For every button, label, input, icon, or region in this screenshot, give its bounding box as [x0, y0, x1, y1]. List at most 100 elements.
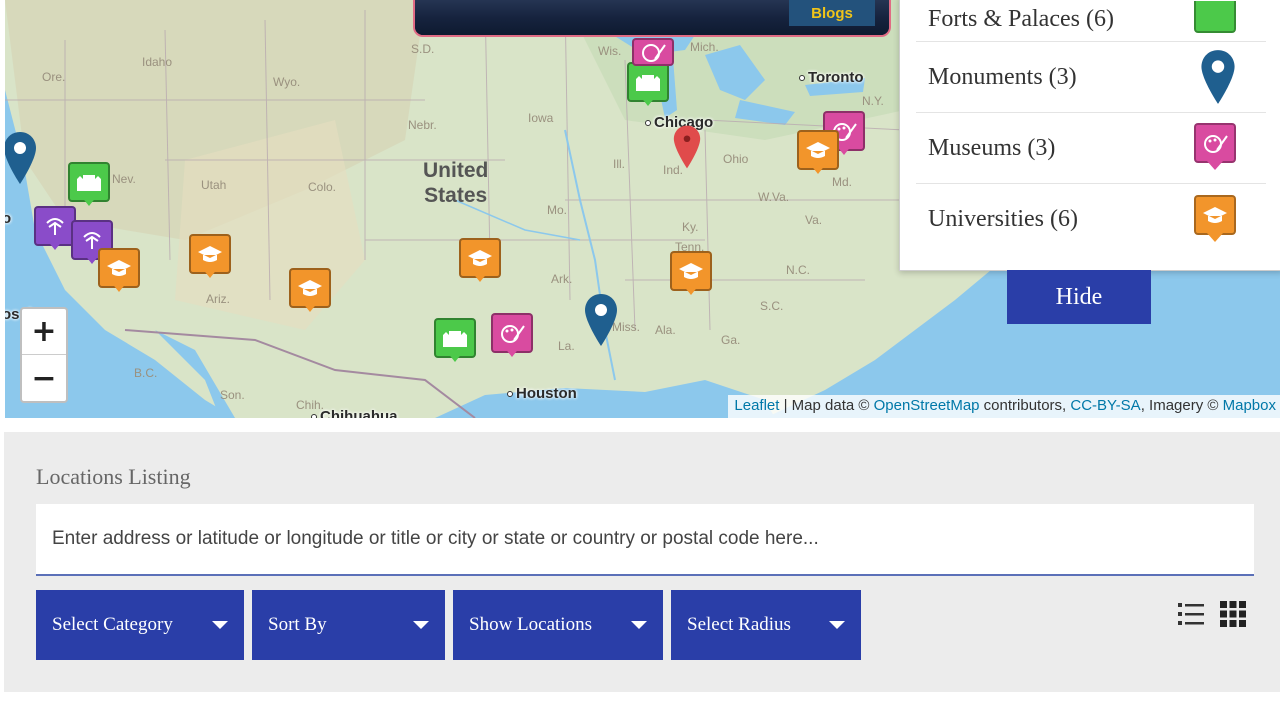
- university-marker[interactable]: [98, 248, 140, 298]
- state-label: Ala.: [655, 323, 676, 337]
- city-label-chihuahua: Chihuahua: [311, 408, 398, 418]
- leaflet-link[interactable]: Leaflet: [734, 397, 779, 414]
- state-label: N.Y.: [862, 94, 884, 108]
- state-label: Utah: [201, 178, 227, 192]
- graduation-cap-icon: [107, 260, 131, 276]
- fort-marker[interactable]: [434, 318, 476, 368]
- state-label: N.C.: [786, 263, 810, 277]
- license-link[interactable]: CC-BY-SA: [1070, 397, 1140, 414]
- university-marker[interactable]: [670, 251, 712, 301]
- university-marker[interactable]: [459, 238, 501, 288]
- state-label: Nev.: [112, 172, 136, 186]
- state-label: Iowa: [528, 111, 554, 125]
- museum-marker[interactable]: [632, 38, 674, 88]
- attribution-text: contributors,: [979, 397, 1071, 414]
- graduation-cap-icon: [298, 280, 322, 296]
- hide-legend-button[interactable]: Hide: [1007, 270, 1151, 324]
- map-attribution: Leaflet | Map data © OpenStreetMap contr…: [728, 395, 1280, 418]
- caret-down-icon: [829, 621, 845, 629]
- mapbox-link[interactable]: Mapbox: [1223, 397, 1276, 414]
- graduation-cap-icon: [468, 250, 492, 266]
- legend-label: Forts & Palaces (6): [928, 5, 1114, 32]
- legend-label: Monuments (3): [928, 63, 1077, 90]
- state-label: Mich.: [690, 40, 719, 54]
- state-label: S.D.: [411, 42, 435, 56]
- monument-marker[interactable]: [584, 292, 618, 348]
- state-label: Ga.: [721, 333, 741, 347]
- map-canvas[interactable]: S.D. Wis. Mich. Idaho Ore. Wyo. Nebr. Io…: [5, 0, 1280, 418]
- beach-marker[interactable]: [34, 206, 76, 256]
- listing-title: Locations Listing: [36, 464, 191, 489]
- graduation-cap-icon: [198, 246, 222, 262]
- legend-label: Museums (3): [928, 134, 1056, 161]
- show-locations-dropdown[interactable]: Show Locations: [453, 590, 663, 660]
- location-popup[interactable]: Blogs: [413, 0, 891, 37]
- city-label-toronto: Toronto: [799, 69, 864, 86]
- country-label: United States: [423, 159, 489, 207]
- state-label: Ohio: [723, 152, 749, 166]
- locations-listing-panel: Locations Listing Enter address or latit…: [4, 432, 1280, 692]
- graduation-cap-icon: [1194, 194, 1236, 245]
- openstreetmap-link[interactable]: OpenStreetMap: [874, 397, 980, 414]
- monument-marker[interactable]: [5, 130, 37, 186]
- state-label: Idaho: [142, 55, 173, 69]
- state-label: Colo.: [308, 180, 337, 194]
- museum-marker[interactable]: [491, 313, 533, 363]
- caret-down-icon: [413, 621, 429, 629]
- museum-palette-icon: [501, 325, 525, 343]
- graduation-cap-icon: [806, 142, 830, 158]
- caret-down-icon: [212, 621, 228, 629]
- state-label: Va.: [805, 213, 823, 227]
- location-search-input[interactable]: Enter address or latitude or longitude o…: [36, 504, 1254, 576]
- blogs-button[interactable]: Blogs: [789, 0, 875, 26]
- state-label: Mo.: [547, 203, 568, 217]
- state-label: Wis.: [598, 44, 622, 58]
- current-location-pin[interactable]: [673, 122, 701, 172]
- museum-palette-icon: [642, 44, 666, 62]
- state-label: La.: [558, 339, 575, 353]
- list-view-icon[interactable]: [1176, 599, 1206, 629]
- zoom-control: + −: [20, 307, 68, 403]
- dropdown-label: Show Locations: [469, 614, 592, 635]
- dropdown-label: Select Radius: [687, 614, 791, 635]
- attribution-text: , Imagery ©: [1140, 397, 1223, 414]
- sort-by-dropdown[interactable]: Sort By: [252, 590, 445, 660]
- state-label: Ky.: [682, 220, 699, 234]
- state-label: S.C.: [760, 299, 784, 313]
- city-label-san-francisco: o: [5, 210, 12, 227]
- city-label-houston: Houston: [507, 385, 577, 402]
- legend-item-monuments[interactable]: Monuments (3): [916, 42, 1266, 113]
- zoom-out-button[interactable]: −: [22, 355, 66, 401]
- legend-label: Universities (6): [928, 206, 1078, 232]
- select-category-dropdown[interactable]: Select Category: [36, 590, 244, 660]
- museum-palette-icon: [1194, 123, 1236, 173]
- state-label: Nebr.: [408, 118, 437, 132]
- caret-down-icon: [631, 621, 647, 629]
- legend-item-museums[interactable]: Museums (3): [916, 113, 1266, 184]
- state-label: Ore.: [42, 70, 66, 84]
- state-label: Wyo.: [273, 75, 301, 89]
- monument-pin-icon: [1201, 50, 1235, 104]
- state-label: W.Va.: [758, 190, 790, 204]
- zoom-in-button[interactable]: +: [22, 309, 66, 355]
- fort-icon: [443, 331, 467, 347]
- dropdown-label: Sort By: [268, 614, 327, 635]
- university-marker[interactable]: [797, 130, 839, 180]
- dropdown-label: Select Category: [52, 614, 173, 635]
- state-label: Ark.: [551, 272, 573, 286]
- legend-item-forts[interactable]: Forts & Palaces (6): [916, 0, 1266, 42]
- state-label: Ill.: [613, 157, 625, 171]
- university-marker[interactable]: [189, 234, 231, 284]
- legend-item-universities[interactable]: Universities (6): [916, 184, 1266, 255]
- university-marker[interactable]: [289, 268, 331, 318]
- fort-icon: [77, 175, 101, 191]
- palm-tree-icon: [46, 218, 64, 235]
- state-label: Son.: [220, 388, 245, 402]
- fort-marker[interactable]: [68, 162, 110, 212]
- select-radius-dropdown[interactable]: Select Radius: [671, 590, 861, 660]
- grid-view-icon[interactable]: [1218, 599, 1248, 629]
- fort-icon: [1194, 1, 1236, 37]
- category-legend: Forts & Palaces (6) Monuments (3) Museum…: [899, 0, 1280, 271]
- graduation-cap-icon: [679, 263, 703, 279]
- attribution-text: | Map data ©: [779, 397, 874, 414]
